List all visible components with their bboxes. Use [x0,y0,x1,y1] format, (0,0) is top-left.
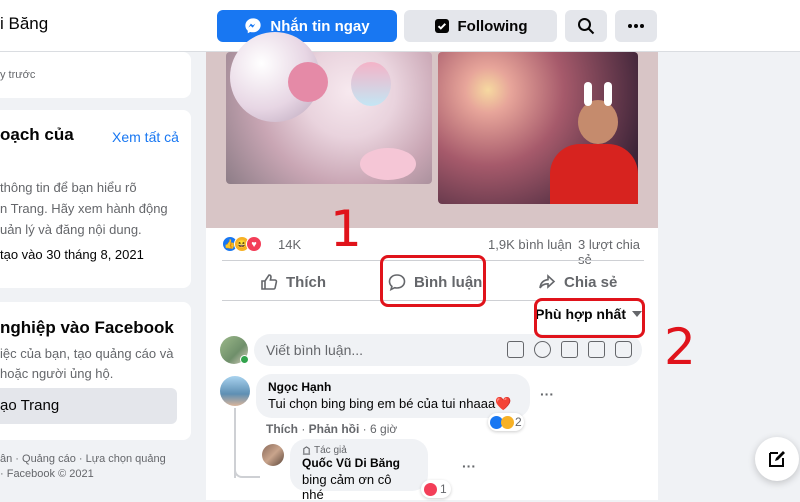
post-photo-balloons[interactable] [226,32,432,184]
comment-like-link[interactable]: Thích [266,422,298,436]
card2-line: thông tin để bạn hiểu rõ [0,180,137,195]
like-label: Thích [286,273,326,291]
annotation-box-comment [380,255,486,307]
more-button[interactable] [615,10,657,42]
comment-bubble: Ngọc Hạnh Tui chọn bing bing em bé của t… [256,374,530,418]
post-stats: 👍 😆 ♥ 14K 1,9K bình luận 3 lượt chia sẻ [222,234,644,267]
messenger-icon [245,18,262,34]
share-arrow-icon [539,274,556,289]
reply-options-button[interactable]: ··· [462,458,476,474]
card3-body: iệc của bạn, tạo quảng cáo và hoặc người… [0,344,173,384]
love-reaction-icon [424,482,437,496]
comment-options-button[interactable]: ··· [540,386,554,402]
card2-line: n Trang. Hãy xem hành động [0,201,168,216]
card3-line: hoặc người ủng hộ. [0,366,114,381]
comment-input[interactable]: Viết bình luận... [254,334,642,366]
card3-title: nghiệp vào Facebook [0,318,174,337]
bunny-ear [604,82,612,106]
created-date: tạo vào 30 tháng 8, 2021 [0,247,144,262]
footer-links: ân · Quảng cáo · Lựa chọn quảng · Facebo… [0,452,166,482]
footer-line[interactable]: ân · Quảng cáo · Lựa chọn quảng [0,452,166,467]
annotation-number-1: 1 [330,200,362,258]
unicorn-sticker [351,62,391,106]
author-badge: Tác giả [302,445,416,456]
comment-text: Tui chọn bing bing em bé của tui nhaaa❤️ [268,396,512,411]
message-label: Nhắn tin ngay [270,17,370,35]
comment-tools [507,341,632,358]
message-button[interactable]: Nhắn tin ngay [217,10,397,42]
left-card-recent: y trước [0,52,191,98]
create-page-button[interactable]: ạo Trang [0,388,177,424]
left-card-business: nghiệp vào Facebook iệc của bạn, tạo quả… [0,302,191,440]
annotation-number-2: 2 [664,318,696,376]
card3-line: iệc của bạn, tạo quảng cáo và [0,346,174,361]
author-badge-label: Tác giả [314,445,347,456]
comment-reaction-count: 2 [515,415,522,429]
new-message-button[interactable] [755,437,799,481]
thread-line [234,408,236,478]
search-icon [578,18,595,35]
comment-time[interactable]: 6 giờ [370,422,397,436]
bunny-sticker [360,148,416,180]
comment-reply-link[interactable]: Phản hồi [309,422,360,436]
love-reaction-icon: ♥ [246,236,262,252]
card2-title: oạch của [0,125,74,144]
page-name: i Băng [0,14,49,33]
card2-line: uản lý và đăng nội dung. [0,222,142,237]
camera-icon[interactable] [561,341,578,358]
shares-count[interactable]: 3 lượt chia sẻ [578,237,644,267]
reply-text: bing cảm ơn cô nhé [302,472,392,502]
comment-reactions[interactable]: 2 [488,413,524,431]
footer-line: · Facebook © 2021 [0,468,94,480]
author-badge-icon [302,446,311,455]
like-button[interactable]: Thích [260,266,326,298]
sticker-icon[interactable] [615,341,632,358]
post-photos [206,32,658,228]
top-bar: i Băng Nhắn tin ngay Following [0,0,800,52]
share-button[interactable]: Chia sẻ [538,266,617,298]
bunny-ear [584,82,592,106]
comment-meta: Thích · Phản hồi · 6 giờ [266,422,398,436]
comments-count[interactable]: 1,9K bình luận [488,237,572,252]
annotation-box-sort [534,298,645,338]
online-status-dot [240,355,249,364]
wow-reaction-icon [501,415,514,429]
reply-reactions[interactable]: 1 [421,480,451,498]
more-dots-icon [628,24,644,28]
emoji-icon[interactable] [534,341,551,358]
card1-text: y trước [0,69,36,81]
following-button[interactable]: Following [404,10,557,42]
reply-bubble: Tác giả Quốc Vũ Di Băng bing cảm ơn cô n… [290,439,428,502]
check-box-icon [434,19,449,33]
comment-placeholder: Viết bình luận... [266,342,364,358]
left-card-plan: oạch của Xem tất cả thông tin để bạn hiể… [0,110,191,288]
thread-line [234,470,260,478]
avatar-sticker-icon[interactable] [507,341,524,358]
post-photo-portrait[interactable] [438,52,638,204]
search-button[interactable] [565,10,607,42]
compose-icon [769,451,785,467]
share-label: Chia sẻ [564,273,618,291]
commenter-avatar[interactable] [220,376,250,406]
reply-author-avatar[interactable] [262,444,284,466]
person-head [578,100,618,144]
card2-body: thông tin để bạn hiểu rõ n Trang. Hãy xe… [0,177,168,240]
see-all-link[interactable]: Xem tất cả [112,129,179,145]
reply-reaction-count: 1 [440,482,447,496]
person-body [550,144,638,204]
following-label: Following [457,17,528,35]
reply-author-name[interactable]: Quốc Vũ Di Băng [302,456,416,470]
commenter-name[interactable]: Ngọc Hạnh [268,380,518,394]
gif-icon[interactable] [588,341,605,358]
reaction-count[interactable]: 14K [278,237,301,252]
balloon-shape [288,62,328,102]
thumbs-up-icon [261,274,278,290]
